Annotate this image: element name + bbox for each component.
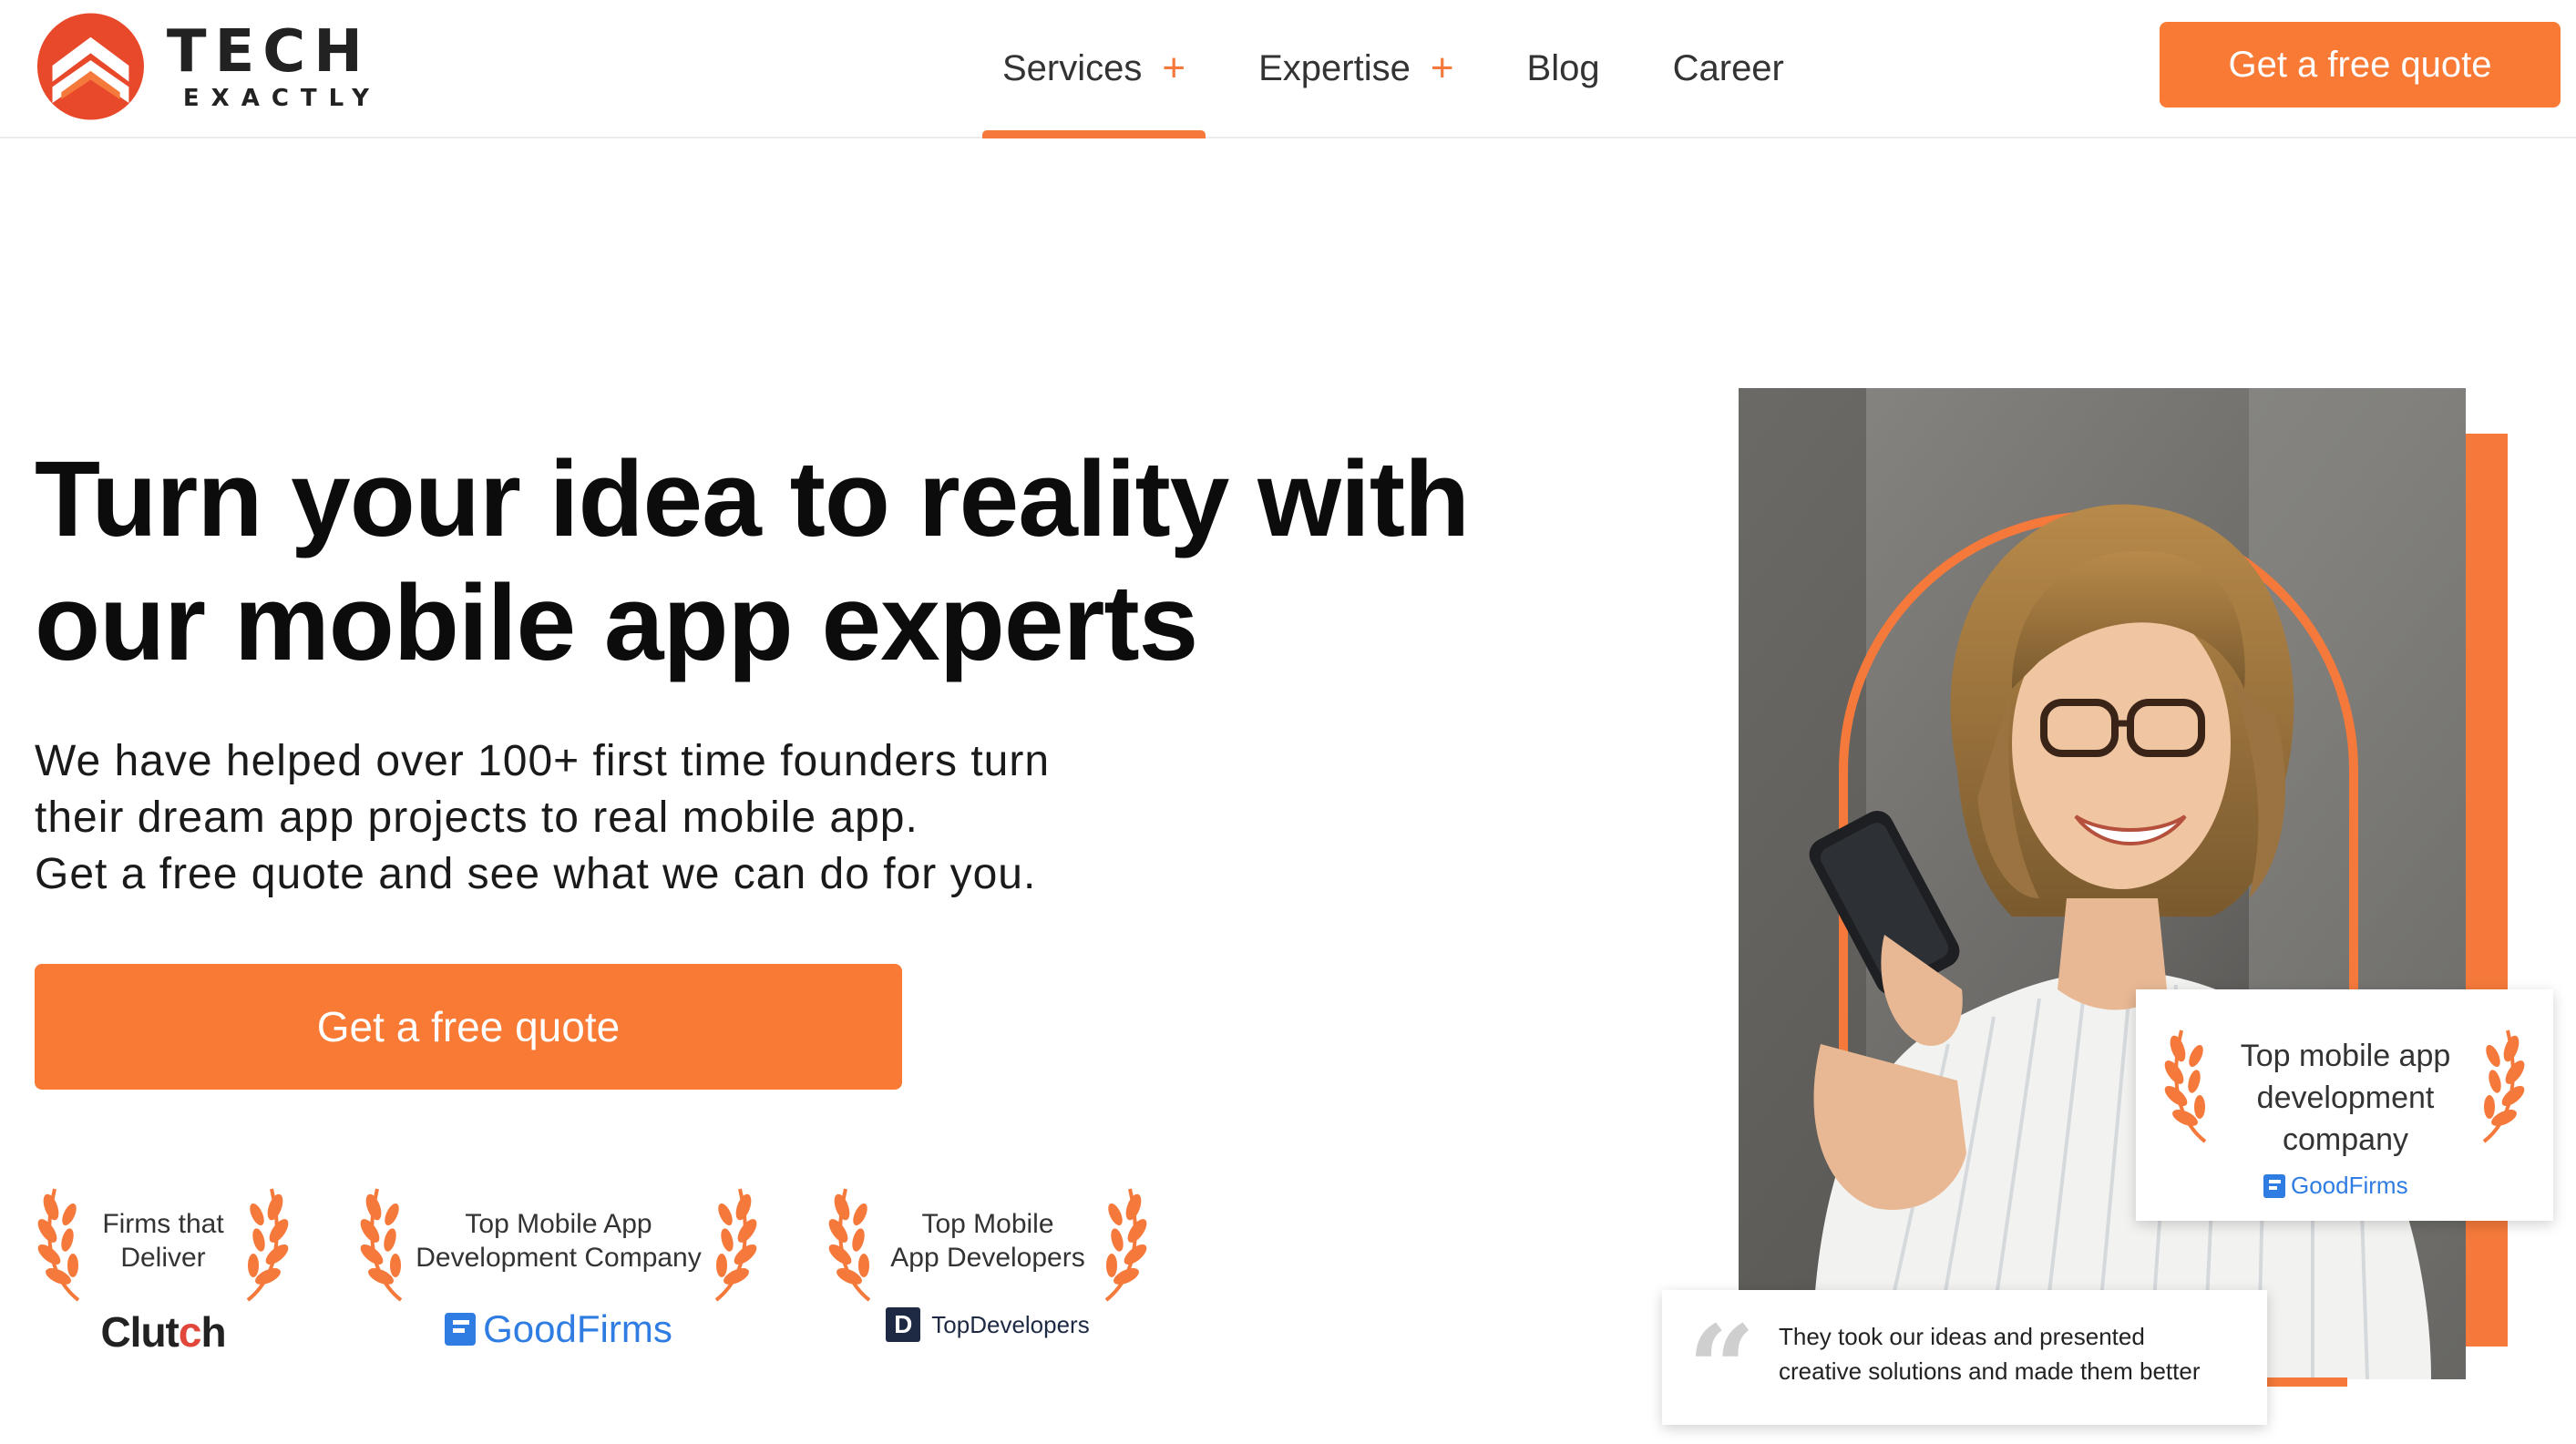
clutch-wordmark: Clutch [100,1308,226,1356]
hero-title: Turn your idea to reality with our mobil… [35,437,1584,685]
topdevelopers-label: TopDevelopers [931,1310,1090,1338]
goodfirms-icon [2263,1173,2285,1198]
nav-label-career: Career [1672,47,1784,88]
hero-photo [1739,388,2466,1379]
nav-item-services[interactable]: Services + [981,0,1206,138]
testimonial-card: “ They took our ideas and presented crea… [1662,1290,2267,1429]
goodfirms-logo: GoodFirms [357,1307,760,1351]
badge-clutch-text: Firms that Deliver [80,1207,246,1275]
hero-title-line1: Turn your idea to reality with [35,439,1470,559]
hero-get-quote-button[interactable]: Get a free quote [35,964,902,1090]
badge-goodfirms-text: Top Mobile App Development Company [403,1207,714,1275]
testimonial-line2: creative solutions and made them better [1779,1357,2201,1385]
nav-label-services: Services [1002,47,1143,88]
topdevelopers-icon: D [886,1307,921,1342]
plus-icon: + [1162,46,1186,90]
nav-item-blog[interactable]: Blog [1527,0,1600,137]
goodfirms-label: GoodFirms [483,1307,672,1350]
nav-item-career[interactable]: Career [1673,0,1784,137]
nav-label-expertise: Expertise [1258,47,1411,88]
nav-label-blog: Blog [1526,47,1600,88]
topdevelopers-logo: D TopDevelopers [826,1307,1150,1342]
award-goodfirms-logo: GoodFirms [2263,1172,2408,1200]
award-goodfirms-label: GoodFirms [2291,1172,2408,1199]
badge-goodfirms-line2: Development Company [416,1243,702,1273]
photo-underline-bar [2260,1377,2347,1387]
badge-clutch-line2: Deliver [120,1243,206,1273]
hero-title-line2: our mobile app experts [35,563,1198,683]
badge-clutch: Firms that Deliver Clutch [35,1171,292,1371]
tech-exactly-logo[interactable]: TECH EXACTLY [35,7,381,126]
logo-wordmark: TECH EXACTLY [167,20,381,113]
plus-icon: + [1430,46,1454,90]
goodfirms-wordmark: GoodFirms [445,1307,672,1351]
goodfirms-award-card: Top mobile app development company GoodF… [2136,989,2553,1221]
badge-topdevelopers: Top Mobile App Developers D TopDeveloper… [826,1171,1150,1371]
award-line3: company [2283,1122,2408,1157]
logo-mark-icon [36,13,144,120]
testimonial-text: They took our ideas and presented creati… [1779,1319,2253,1388]
testimonial-line1: They took our ideas and presented [1779,1323,2145,1350]
hero-subtitle-line1: We have helped over 100+ first time foun… [35,737,1051,785]
clutch-accent-letter: c [178,1308,202,1356]
logo-line-exactly: EXACTLY [182,85,381,112]
badge-goodfirms: Top Mobile App Development Company GoodF… [357,1171,760,1371]
badge-goodfirms-line1: Top Mobile App [465,1209,652,1239]
site-header: TECH EXACTLY Services + Expertise + Blog… [0,0,2576,138]
clutch-logo: Clutch [35,1307,292,1357]
hero-subtitle-line2: their dream app projects to real mobile … [35,794,919,842]
nav-item-expertise[interactable]: Expertise + [1258,0,1453,137]
badge-topdevelopers-line2: App Developers [890,1243,1085,1273]
hero-subtitle: We have helped over 100+ first time foun… [35,733,1219,903]
main-nav: Services + Expertise + Blog Career [981,0,1857,138]
topdevelopers-wordmark: D TopDevelopers [886,1307,1090,1342]
badge-topdevelopers-line1: Top Mobile [921,1209,1054,1239]
quote-icon: “ [1688,1299,1756,1439]
badge-topdevelopers-text: Top Mobile App Developers [871,1207,1104,1275]
award-card-text: Top mobile app development company [2200,1035,2491,1161]
logo-line-tech: TECH [166,18,371,86]
header-get-quote-button[interactable]: Get a free quote [2160,22,2561,108]
woman-with-phone-illustration [1739,388,2466,1379]
goodfirms-icon [445,1313,477,1346]
award-line2: development [2256,1080,2435,1115]
hero-subtitle-line3: Get a free quote and see what we can do … [35,850,1037,898]
badge-clutch-line1: Firms that [102,1209,224,1239]
award-line1: Top mobile app [2240,1039,2451,1073]
